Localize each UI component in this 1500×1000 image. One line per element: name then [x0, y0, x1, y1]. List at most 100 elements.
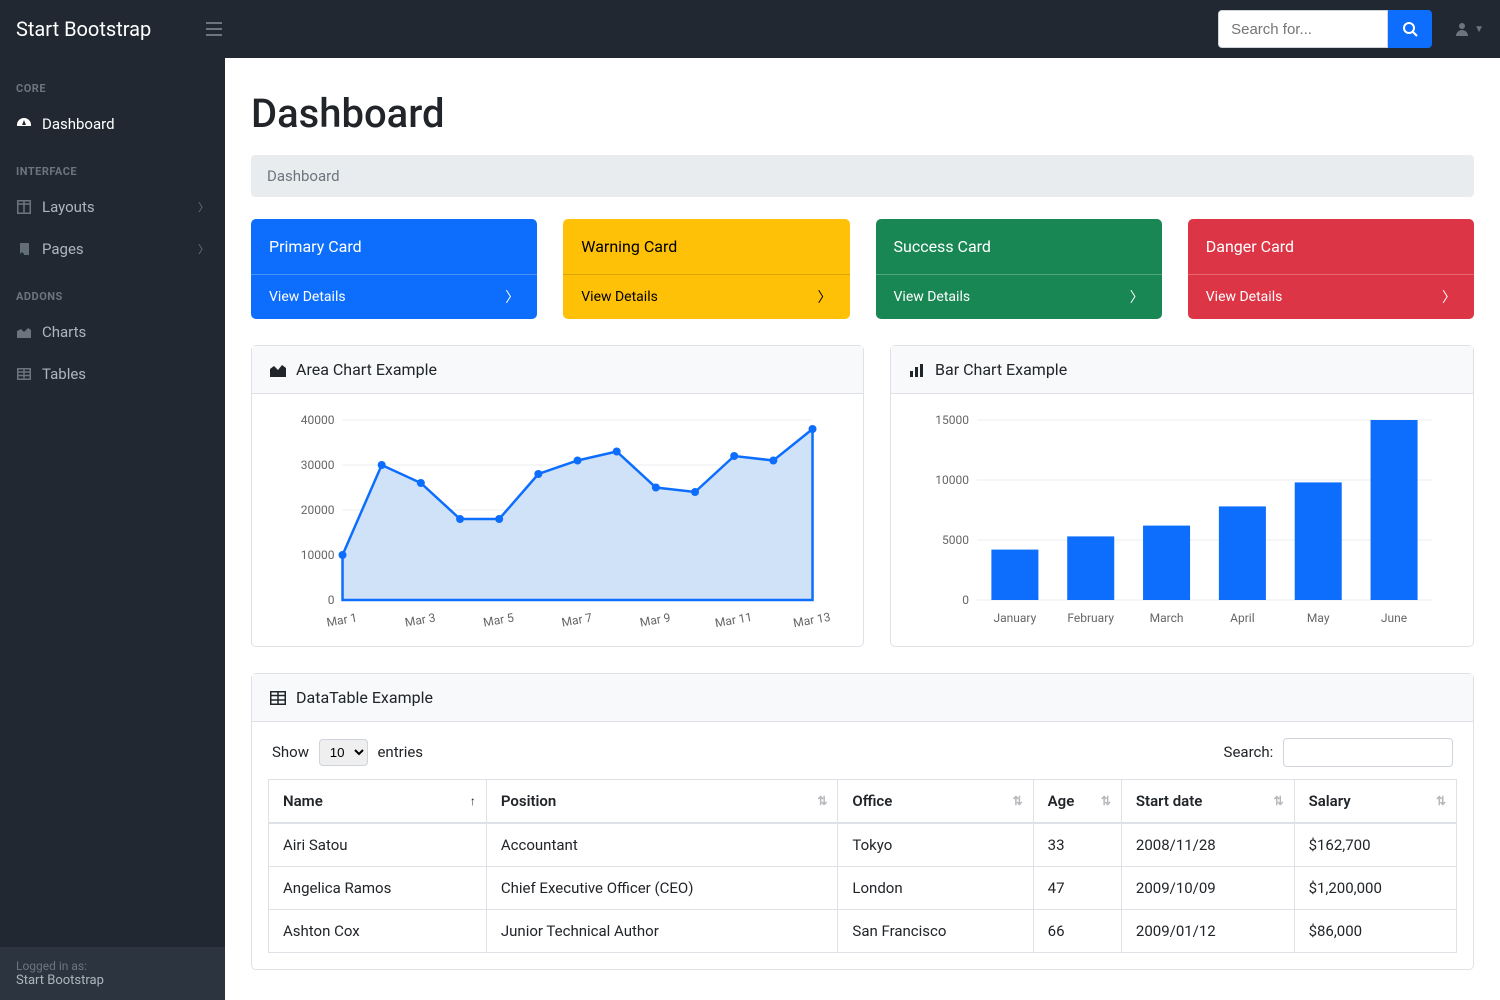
user-icon: [1454, 21, 1470, 37]
sidebar-item-label: Dashboard: [42, 115, 115, 133]
columns-icon: [16, 200, 32, 214]
card-title: Primary Card: [251, 219, 537, 274]
sidebar-item-dashboard[interactable]: Dashboard: [0, 103, 225, 145]
stat-card-0: Primary Card View Details 〉: [251, 219, 537, 319]
chevron-right-icon: 〉: [505, 287, 519, 307]
table-cell: San Francisco: [838, 910, 1033, 953]
table-cell: Accountant: [486, 823, 838, 867]
table-cell: Ashton Cox: [269, 910, 487, 953]
caret-down-icon: ▼: [1474, 24, 1484, 35]
sidebar-item-label: Tables: [42, 365, 86, 383]
card-details-link[interactable]: View Details〉: [876, 274, 1162, 319]
svg-text:Mar 7: Mar 7: [560, 610, 593, 629]
card-title: Warning Card: [563, 219, 849, 274]
table-cell: London: [838, 867, 1033, 910]
breadcrumb: Dashboard: [251, 155, 1474, 197]
chevron-right-icon: 〉: [198, 199, 209, 215]
bar-chart: 0 5000 10000 15000 January February March April…: [907, 410, 1457, 630]
svg-text:Mar 13: Mar 13: [792, 610, 831, 630]
length-select[interactable]: 10: [319, 739, 368, 766]
search-label: Search:: [1224, 743, 1274, 761]
table-cell: 66: [1033, 910, 1121, 953]
table-row: Ashton CoxJunior Technical AuthorSan Fra…: [269, 910, 1457, 953]
svg-text:Mar 11: Mar 11: [714, 610, 753, 630]
card-details-link[interactable]: View Details 〉: [251, 274, 537, 319]
column-salary[interactable]: Salary⇅: [1294, 780, 1456, 824]
column-position[interactable]: Position⇅: [486, 780, 838, 824]
footer-label: Logged in as:: [16, 959, 209, 973]
sidebar-item-layouts[interactable]: Layouts〉: [0, 186, 225, 228]
svg-text:April: April: [1230, 611, 1254, 625]
sort-icon: ⇅: [1101, 794, 1111, 808]
brand[interactable]: Start Bootstrap: [16, 17, 206, 41]
top-nav: Start Bootstrap ▼: [0, 0, 1500, 58]
area-chart-title: Area Chart Example: [296, 360, 437, 379]
entries-label: entries: [377, 743, 423, 761]
chevron-right-icon: 〉: [1130, 287, 1144, 307]
sidebar-item-charts[interactable]: Charts: [0, 311, 225, 353]
card-title: Danger Card: [1188, 219, 1474, 274]
view-details-label: View Details: [1206, 289, 1283, 305]
column-start-date[interactable]: Start date⇅: [1121, 780, 1294, 824]
sidebar-toggle[interactable]: [206, 22, 222, 36]
chart-icon: [16, 326, 32, 338]
sort-icon: ↑: [470, 794, 476, 808]
chevron-right-icon: 〉: [1442, 287, 1456, 307]
table-cell: Airi Satou: [269, 823, 487, 867]
show-label: Show: [272, 743, 309, 761]
svg-text:February: February: [1067, 611, 1114, 625]
sidebar: COREDashboardINTERFACELayouts〉Pages〉ADDO…: [0, 58, 225, 1000]
svg-text:30000: 30000: [301, 458, 335, 472]
table-cell: Junior Technical Author: [486, 910, 838, 953]
datatable-length: Show 10 entries: [272, 739, 423, 766]
table-cell: 33: [1033, 823, 1121, 867]
bar-chart-title: Bar Chart Example: [935, 360, 1067, 379]
data-table: Name↑Position⇅Office⇅Age⇅Start date⇅Sala…: [268, 779, 1457, 953]
table-cell: Angelica Ramos: [269, 867, 487, 910]
sidebar-item-pages[interactable]: Pages〉: [0, 228, 225, 270]
card-details-link[interactable]: View Details〉: [563, 274, 849, 319]
page-title: Dashboard: [251, 90, 1474, 137]
svg-text:March: March: [1150, 611, 1184, 625]
table-icon: [16, 368, 32, 380]
svg-text:0: 0: [962, 593, 969, 607]
bar-chart-panel: Bar Chart Example 0 5000 10000 15000 January…: [890, 345, 1474, 647]
column-office[interactable]: Office⇅: [838, 780, 1033, 824]
svg-text:Mar 9: Mar 9: [639, 610, 672, 629]
svg-text:January: January: [994, 611, 1037, 625]
datatable-panel: DataTable Example Show 10 entries Search…: [251, 673, 1474, 970]
column-age[interactable]: Age⇅: [1033, 780, 1121, 824]
main-content: Dashboard Dashboard Primary Card View Det…: [225, 58, 1500, 1000]
svg-text:15000: 15000: [935, 413, 969, 427]
search-button[interactable]: [1388, 10, 1432, 48]
view-details-label: View Details: [269, 289, 346, 305]
table-row: Angelica RamosChief Executive Officer (C…: [269, 867, 1457, 910]
table-cell: Chief Executive Officer (CEO): [486, 867, 838, 910]
stat-card-1: Warning CardView Details〉: [563, 219, 849, 319]
bars-icon: [206, 22, 222, 36]
datatable-search-input[interactable]: [1283, 738, 1453, 767]
table-cell: $1,200,000: [1294, 867, 1456, 910]
svg-text:20000: 20000: [301, 503, 335, 517]
sidebar-footer: Logged in as: Start Bootstrap: [0, 947, 225, 1000]
svg-text:10000: 10000: [301, 548, 335, 562]
svg-text:10000: 10000: [935, 473, 969, 487]
svg-text:5000: 5000: [942, 533, 969, 547]
datatable-title: DataTable Example: [296, 688, 433, 707]
table-cell: $162,700: [1294, 823, 1456, 867]
card-title: Success Card: [876, 219, 1162, 274]
area-chart-panel: Area Chart Example 010000200003000040000…: [251, 345, 864, 647]
svg-text:0: 0: [328, 593, 335, 607]
table-cell: $86,000: [1294, 910, 1456, 953]
book-icon: [16, 242, 32, 256]
view-details-label: View Details: [581, 289, 658, 305]
stat-card-2: Success CardView Details〉: [876, 219, 1162, 319]
table-cell: 2009/10/09: [1121, 867, 1294, 910]
card-details-link[interactable]: View Details 〉: [1188, 274, 1474, 319]
search-input[interactable]: [1218, 10, 1388, 48]
table-cell: 2009/01/12: [1121, 910, 1294, 953]
sidebar-item-tables[interactable]: Tables: [0, 353, 225, 395]
user-dropdown[interactable]: ▼: [1454, 21, 1484, 37]
sort-icon: ⇅: [817, 794, 827, 808]
column-name[interactable]: Name↑: [269, 780, 487, 824]
